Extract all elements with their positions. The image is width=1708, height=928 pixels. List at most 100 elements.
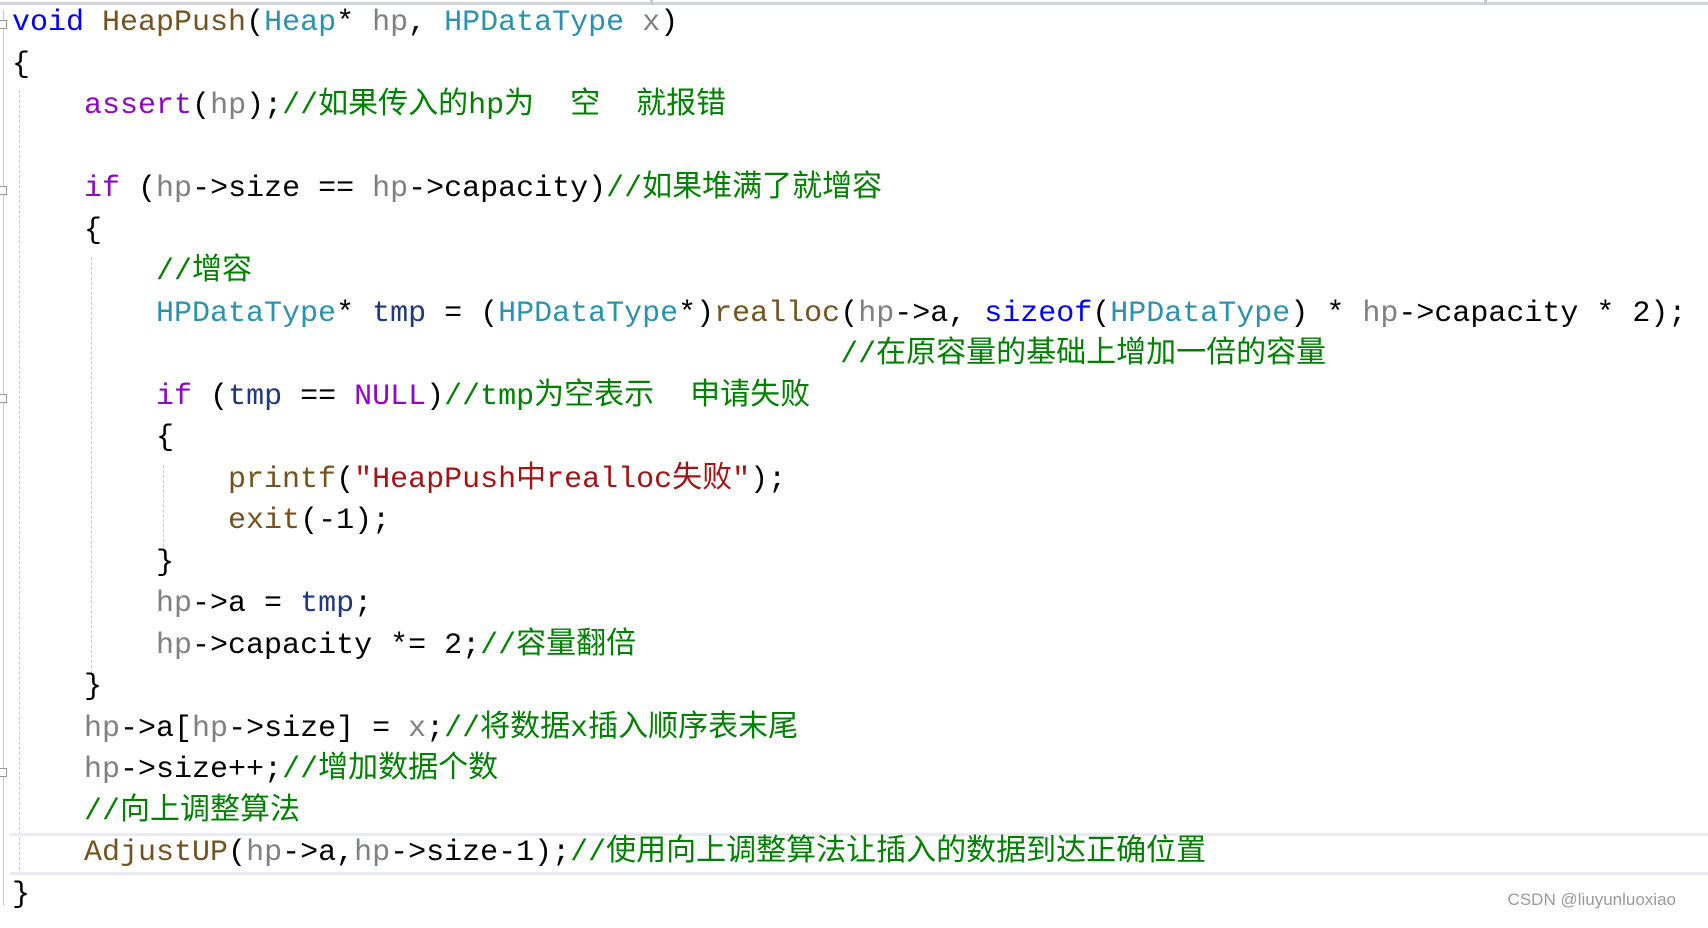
code-line[interactable] — [12, 128, 1708, 170]
code-token: ->size == — [192, 172, 373, 206]
code-token: "HeapPush中realloc失败" — [354, 462, 751, 497]
code-token: ->a, — [282, 836, 355, 870]
code-line[interactable]: hp->capacity *= 2;//容量翻倍 — [12, 626, 1708, 668]
code-line[interactable]: //增容 — [12, 252, 1708, 294]
code-token: * — [336, 6, 373, 40]
code-line[interactable]: if (tmp == NULL)//tmp为空表示 申请失败 — [12, 377, 1708, 419]
code-token: hp — [858, 296, 895, 331]
code-token: ->a, — [894, 296, 985, 331]
code-token: exit — [228, 504, 301, 538]
code-token: hp — [372, 172, 409, 206]
code-token: //如果传入的hp为 空 就报错 — [282, 89, 727, 123]
code-token: ) — [426, 379, 445, 414]
collapse-icon[interactable] — [0, 186, 7, 195]
code-line[interactable]: hp->a = tmp; — [12, 584, 1708, 626]
code-token: hp — [1362, 296, 1399, 331]
code-token: if — [84, 172, 121, 206]
code-editor[interactable]: void HeapPush(Heap* hp, HPDataType x){ a… — [10, 3, 1708, 917]
code-token: //容量翻倍 — [480, 628, 637, 663]
code-line[interactable]: { — [12, 45, 1708, 87]
code-token: } — [12, 877, 31, 912]
code-token: == — [282, 379, 355, 414]
code-line[interactable]: hp->size++;//增加数据个数 — [12, 750, 1708, 792]
code-token: = ( — [426, 296, 499, 331]
code-line[interactable]: exit(-1); — [12, 501, 1708, 543]
code-token: *) — [678, 296, 715, 331]
code-line-current[interactable]: AdjustUP(hp->a,hp->size-1);//使用向上调整算法让插入… — [10, 833, 1708, 875]
code-line[interactable]: if (hp->size == hp->capacity)//如果堆满了就增容 — [12, 169, 1708, 211]
code-line[interactable]: printf("HeapPush中realloc失败"); — [12, 460, 1708, 502]
code-token: ( — [246, 6, 265, 40]
code-token: Heap — [264, 6, 337, 40]
code-token: ->size] = — [228, 711, 409, 746]
code-token: HPDataType — [498, 296, 679, 331]
code-token: ->size-1); — [390, 836, 571, 870]
code-token: hp — [156, 628, 193, 663]
code-token: printf — [228, 462, 337, 497]
code-line[interactable]: assert(hp);//如果传入的hp为 空 就报错 — [12, 86, 1708, 128]
code-token: x — [642, 6, 661, 40]
code-token: ( — [192, 89, 211, 123]
code-token: tmp — [372, 296, 427, 331]
code-token: ->a = — [192, 587, 301, 621]
code-token: ) — [660, 6, 679, 40]
code-line[interactable]: void HeapPush(Heap* hp, HPDataType x) — [12, 3, 1708, 45]
code-token: ( — [336, 462, 355, 497]
code-token: } — [12, 670, 103, 704]
collapse-icon[interactable] — [0, 20, 7, 29]
collapse-icon[interactable] — [0, 768, 7, 777]
code-token: //增容 — [156, 255, 253, 289]
code-token: //使用向上调整算法让插入的数据到达正确位置 — [570, 836, 1207, 870]
code-token: ( — [1092, 296, 1111, 331]
code-line[interactable]: } — [12, 543, 1708, 585]
code-token: * — [336, 296, 373, 331]
code-line[interactable]: } — [12, 875, 1708, 917]
code-token: HPDataType — [444, 6, 625, 40]
code-token: tmp — [228, 379, 283, 414]
code-token: hp — [372, 6, 409, 40]
code-token: HeapPush — [102, 6, 247, 40]
code-token: //增加数据个数 — [282, 753, 499, 787]
code-line[interactable]: } — [12, 667, 1708, 709]
code-token: ( — [840, 296, 859, 331]
code-line[interactable]: hp->a[hp->size] = x;//将数据x插入顺序表末尾 — [12, 709, 1708, 751]
code-token: void — [12, 6, 85, 40]
code-token: ->capacity *= 2; — [192, 628, 481, 663]
code-token: //在原容量的基础上增加一倍的容量 — [840, 338, 1327, 372]
code-token: ( — [120, 172, 157, 206]
code-line[interactable]: //向上调整算法 — [12, 792, 1708, 834]
code-token: { — [12, 47, 31, 82]
code-token: hp — [354, 836, 391, 870]
code-line[interactable]: { — [12, 211, 1708, 253]
code-token: ->size++; — [120, 753, 283, 787]
code-token: (-1); — [300, 504, 391, 538]
code-token: sizeof — [984, 296, 1093, 331]
code-token: ->capacity * 2); — [1398, 296, 1687, 331]
code-token: hp — [246, 836, 283, 870]
code-line[interactable]: { — [12, 418, 1708, 460]
code-line[interactable]: //在原容量的基础上增加一倍的容量 — [12, 335, 1708, 377]
code-token: } — [12, 545, 175, 580]
code-token: ( — [192, 379, 229, 414]
code-token: tmp — [300, 587, 355, 621]
code-line[interactable]: HPDataType* tmp = (HPDataType*)realloc(h… — [12, 294, 1708, 336]
code-token: ->a[ — [120, 711, 193, 746]
code-token: , — [408, 6, 445, 40]
code-token: realloc — [714, 296, 841, 331]
code-token: ); — [750, 462, 787, 497]
collapse-icon[interactable] — [0, 394, 7, 403]
code-token: ( — [228, 836, 247, 870]
code-token: AdjustUP — [84, 836, 229, 870]
